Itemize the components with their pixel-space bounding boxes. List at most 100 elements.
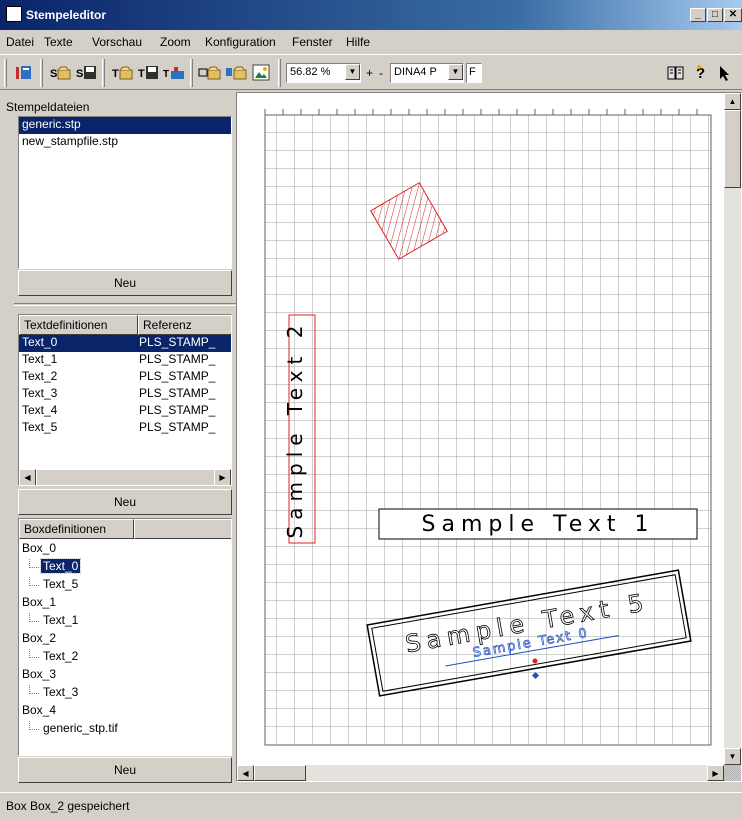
text-def-name: Text_0 xyxy=(22,335,58,349)
scroll-right-icon[interactable]: ▶ xyxy=(707,765,724,781)
column-header-referenz[interactable]: Referenz xyxy=(138,315,231,335)
box-definitions-tree[interactable]: Boxdefinitionen Box_0 Text_0 Text_5 Box_1 Te… xyxy=(18,518,232,756)
text-def-ref: PLS_STAMP_ xyxy=(139,420,216,434)
tree-label: Text_5 xyxy=(43,577,79,591)
scroll-up-icon[interactable]: ▲ xyxy=(724,93,741,110)
tree-box-item[interactable]: Box_4 xyxy=(19,703,56,720)
text-def-name: Text_5 xyxy=(22,420,58,434)
help-icon[interactable]: ? xyxy=(690,63,714,83)
list-item[interactable]: generic.stp xyxy=(19,117,231,134)
list-item[interactable]: new_stampfile.stp xyxy=(19,134,118,151)
table-row[interactable]: Text_0 PLS_STAMP_ xyxy=(19,335,231,352)
status-bar: Box Box_2 gespeichert xyxy=(0,792,742,819)
text-tool-icon[interactable]: T xyxy=(162,63,186,83)
close-button[interactable]: ✕ xyxy=(724,8,742,22)
context-help-icon[interactable] xyxy=(716,63,740,83)
svg-text:T: T xyxy=(163,69,169,80)
menu-datei[interactable]: Datei xyxy=(6,35,34,49)
tree-child-item[interactable]: Text_0 xyxy=(19,558,82,576)
image-icon[interactable] xyxy=(250,63,274,83)
open-stamp-icon[interactable]: S xyxy=(48,63,72,83)
open-image-icon[interactable] xyxy=(224,63,248,83)
tree-child-item[interactable]: Text_5 xyxy=(19,577,78,594)
toolbar-grip xyxy=(4,59,7,87)
new-text-definition-button[interactable]: Neu xyxy=(18,489,232,515)
zoom-out-button[interactable]: - xyxy=(379,66,383,80)
menu-texte[interactable]: Texte xyxy=(44,35,73,49)
stamp-files-list[interactable]: generic.stp new_stampfile.stp xyxy=(18,116,232,269)
save-stamp-icon[interactable]: S xyxy=(74,63,98,83)
save-text-icon[interactable]: T xyxy=(136,63,160,83)
menu-zoom[interactable]: Zoom xyxy=(160,35,191,49)
text-def-ref: PLS_STAMP_ xyxy=(139,335,216,349)
scroll-right-icon[interactable]: ▶ xyxy=(214,469,231,485)
maximize-button[interactable]: □ xyxy=(707,8,723,22)
zoom-in-button[interactable]: + xyxy=(366,66,373,80)
sample-text-2[interactable]: Sample Text 2 xyxy=(283,320,307,539)
tree-connector xyxy=(29,721,39,730)
horizontal-scroll-thumb[interactable] xyxy=(254,765,306,781)
svg-text:S: S xyxy=(76,68,83,80)
toolbar-sep xyxy=(278,59,281,87)
tree-child-item[interactable]: Text_1 xyxy=(19,613,78,630)
svg-text:S: S xyxy=(50,68,57,80)
table-row[interactable]: Text_1 PLS_STAMP_ xyxy=(19,352,231,369)
new-box-definition-button[interactable]: Neu xyxy=(18,757,232,783)
scroll-down-icon[interactable]: ▼ xyxy=(724,748,741,765)
menu-fenster[interactable]: Fenster xyxy=(292,35,333,49)
open-text-icon[interactable]: T xyxy=(110,63,134,83)
wizard-icon[interactable] xyxy=(12,63,36,83)
table-row[interactable]: Text_3 PLS_STAMP_ xyxy=(19,386,231,403)
menu-vorschau[interactable]: Vorschau xyxy=(92,35,142,49)
tree-box-item[interactable]: Box_2 xyxy=(19,631,56,648)
toolbar-sep xyxy=(190,59,193,87)
table-row[interactable]: Text_4 PLS_STAMP_ xyxy=(19,403,231,420)
scroll-left-icon[interactable]: ◀ xyxy=(19,469,36,485)
tree-child-item[interactable]: Text_2 xyxy=(19,649,78,666)
status-text: Box Box_2 gespeichert xyxy=(6,799,130,813)
tree-box-item[interactable]: Box_1 xyxy=(19,595,56,612)
tree-box-item[interactable]: Box_0 xyxy=(19,541,56,558)
text-def-ref: PLS_STAMP_ xyxy=(139,386,216,400)
tree-box-item[interactable]: Box_3 xyxy=(19,667,56,684)
zoom-select[interactable]: 56.82 % ▼ xyxy=(286,63,361,83)
scroll-thumb[interactable] xyxy=(36,469,216,485)
paper-select[interactable]: DINA4 P ▼ xyxy=(390,63,464,83)
chevron-down-icon[interactable]: ▼ xyxy=(448,64,463,80)
toolbar: S S T T T 56.82 % ▼ + - DINA4 P ▼ F ? xyxy=(0,54,742,90)
svg-text:T: T xyxy=(138,68,145,80)
vertical-scrollbar[interactable]: ▲ ▼ xyxy=(724,93,741,765)
app-icon xyxy=(6,6,22,22)
text-def-ref: PLS_STAMP_ xyxy=(139,403,216,417)
open-box-icon[interactable] xyxy=(198,63,222,83)
tree-label: generic_stp.tif xyxy=(43,721,118,735)
column-header-empty xyxy=(134,519,231,539)
horizontal-scrollbar-canvas[interactable]: ◀ ▶ xyxy=(237,765,724,781)
new-stamp-file-button[interactable]: Neu xyxy=(18,270,232,296)
minimize-button[interactable]: _ xyxy=(690,8,706,22)
column-header-boxdefinitionen[interactable]: Boxdefinitionen xyxy=(19,519,134,539)
tree-label: Box_3 xyxy=(22,667,57,681)
text-definitions-list[interactable]: Textdefinitionen Referenz Text_0 PLS_STAM… xyxy=(18,314,232,486)
chevron-down-icon[interactable]: ▼ xyxy=(345,64,360,80)
f-label: F xyxy=(469,66,476,78)
title-bar: Stempeleditor _ □ ✕ xyxy=(0,0,742,30)
table-row[interactable]: Text_2 PLS_STAMP_ xyxy=(19,369,231,386)
splitter[interactable] xyxy=(14,303,236,306)
sample-text-1[interactable]: Sample Text 1 xyxy=(422,512,655,537)
stamp-canvas[interactable]: Sample Text 2 Sample Text 1 Sample Text … xyxy=(236,92,742,782)
table-row[interactable]: Text_5 PLS_STAMP_ xyxy=(19,420,231,437)
tree-child-item[interactable]: Text_3 xyxy=(19,685,78,702)
book-icon[interactable] xyxy=(664,63,688,83)
vertical-scroll-thumb[interactable] xyxy=(724,110,741,188)
menu-konfiguration[interactable]: Konfiguration xyxy=(205,35,276,49)
tree-connector xyxy=(29,577,39,586)
horizontal-scrollbar[interactable]: ◀ ▶ xyxy=(19,469,231,485)
tree-connector xyxy=(29,559,39,568)
tree-connector xyxy=(29,649,39,658)
f-toggle[interactable]: F xyxy=(466,63,482,83)
menu-hilfe[interactable]: Hilfe xyxy=(346,35,370,49)
column-header-textdefinitionen[interactable]: Textdefinitionen xyxy=(19,315,138,335)
tree-child-item[interactable]: generic_stp.tif xyxy=(19,721,118,738)
scroll-left-icon[interactable]: ◀ xyxy=(237,765,254,781)
